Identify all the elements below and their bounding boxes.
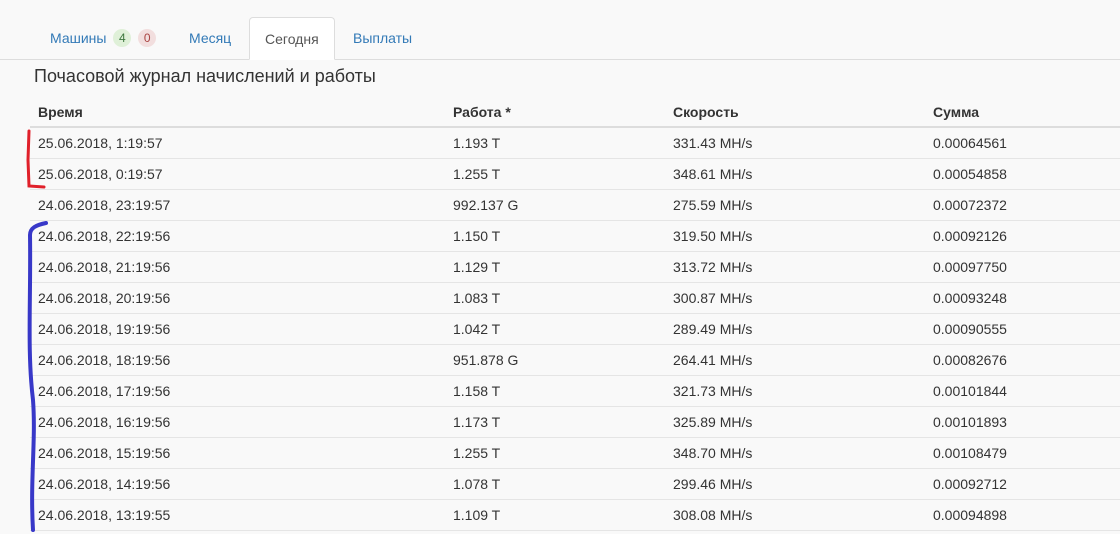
- cell-amount: 0.00082676: [933, 352, 1007, 368]
- cell-speed: 313.72 MH/s: [673, 259, 753, 275]
- cell-work: 1.129 T: [453, 259, 501, 275]
- tab-payouts[interactable]: Выплаты: [338, 17, 427, 59]
- column-header-time: Время: [38, 104, 83, 120]
- cell-time: 24.06.2018, 13:19:55: [38, 507, 171, 523]
- cell-work: 1.158 T: [453, 383, 501, 399]
- cell-time: 24.06.2018, 23:19:57: [38, 197, 171, 213]
- cell-work: 1.078 T: [453, 476, 501, 492]
- table-row: 24.06.2018, 18:19:56 951.878 G 264.41 MH/s…: [30, 345, 1120, 376]
- cell-speed: 321.73 MH/s: [673, 383, 753, 399]
- cell-speed: 275.59 MH/s: [673, 197, 753, 213]
- tab-month[interactable]: Месяц: [174, 17, 246, 59]
- cell-work: 951.878 G: [453, 352, 519, 368]
- table-row: 24.06.2018, 17:19:56 1.158 T 321.73 MH/s 0.…: [30, 376, 1120, 407]
- column-header-work: Работа *: [453, 104, 511, 120]
- cell-speed: 325.89 MH/s: [673, 414, 753, 430]
- cell-speed: 348.70 MH/s: [673, 445, 753, 461]
- cell-amount: 0.00101893: [933, 414, 1007, 430]
- cell-work: 1.173 T: [453, 414, 501, 430]
- cell-work: 1.255 T: [453, 166, 501, 182]
- cell-work: 1.109 T: [453, 507, 501, 523]
- cell-work: 1.255 T: [453, 445, 501, 461]
- cell-speed: 264.41 MH/s: [673, 352, 753, 368]
- table-row: 24.06.2018, 22:19:56 1.150 T 319.50 MH/s 0.…: [30, 221, 1120, 252]
- cell-work: 992.137 G: [453, 197, 519, 213]
- cell-speed: 308.08 MH/s: [673, 507, 753, 523]
- table-row: 24.06.2018, 13:19:55 1.109 T 308.08 MH/s 0.…: [30, 500, 1120, 531]
- cell-amount: 0.00092712: [933, 476, 1007, 492]
- table-row: 24.06.2018, 15:19:56 1.255 T 348.70 MH/s 0.…: [30, 438, 1120, 469]
- tab-payouts-label: Выплаты: [353, 30, 413, 46]
- cell-time: 24.06.2018, 20:19:56: [38, 290, 171, 306]
- tab-machines[interactable]: Машины 4 0: [35, 17, 171, 59]
- cell-amount: 0.00101844: [933, 383, 1007, 399]
- cell-amount: 0.00090555: [933, 321, 1007, 337]
- table-row: 24.06.2018, 14:19:56 1.078 T 299.46 MH/s 0.…: [30, 469, 1120, 500]
- cell-time: 24.06.2018, 21:19:56: [38, 259, 171, 275]
- cell-amount: 0.00108479: [933, 445, 1007, 461]
- cell-speed: 331.43 MH/s: [673, 135, 753, 151]
- tab-today-label: Сегодня: [265, 31, 319, 47]
- column-header-amount: Сумма: [933, 104, 980, 120]
- cell-amount: 0.00093248: [933, 290, 1007, 306]
- online-count-badge: 4: [113, 29, 132, 47]
- column-header-speed: Скорость: [673, 104, 739, 120]
- cell-time: 25.06.2018, 1:19:57: [38, 135, 163, 151]
- cell-time: 24.06.2018, 18:19:56: [38, 352, 171, 368]
- cell-amount: 0.00054858: [933, 166, 1007, 182]
- cell-speed: 348.61 MH/s: [673, 166, 753, 182]
- table-row: 24.06.2018, 16:19:56 1.173 T 325.89 MH/s 0.…: [30, 407, 1120, 438]
- cell-time: 24.06.2018, 17:19:56: [38, 383, 171, 399]
- cell-speed: 319.50 MH/s: [673, 228, 753, 244]
- hourly-log-table: Время Работа * Скорость Сумма 25.06.2018…: [30, 98, 1120, 531]
- cell-speed: 299.46 MH/s: [673, 476, 753, 492]
- cell-time: 24.06.2018, 15:19:56: [38, 445, 171, 461]
- tab-bar: Машины 4 0 Месяц Сегодня Выплаты: [0, 0, 1120, 60]
- cell-amount: 0.00072372: [933, 197, 1007, 213]
- cell-speed: 289.49 MH/s: [673, 321, 753, 337]
- cell-time: 24.06.2018, 14:19:56: [38, 476, 171, 492]
- table-row: 25.06.2018, 0:19:57 1.255 T 348.61 MH/s 0.0…: [30, 159, 1120, 190]
- cell-amount: 0.00094898: [933, 507, 1007, 523]
- tab-today[interactable]: Сегодня: [249, 17, 335, 60]
- cell-amount: 0.00092126: [933, 228, 1007, 244]
- cell-amount: 0.00064561: [933, 135, 1007, 151]
- table-row: 24.06.2018, 20:19:56 1.083 T 300.87 MH/s 0.…: [30, 283, 1120, 314]
- table-row: 24.06.2018, 21:19:56 1.129 T 313.72 MH/s 0.…: [30, 252, 1120, 283]
- cell-time: 24.06.2018, 16:19:56: [38, 414, 171, 430]
- cell-time: 25.06.2018, 0:19:57: [38, 166, 163, 182]
- cell-work: 1.193 T: [453, 135, 501, 151]
- cell-time: 24.06.2018, 19:19:56: [38, 321, 171, 337]
- cell-work: 1.042 T: [453, 321, 501, 337]
- table-row: 24.06.2018, 23:19:57 992.137 G 275.59 MH/s…: [30, 190, 1120, 221]
- page-title: Почасовой журнал начислений и работы: [34, 66, 376, 86]
- tab-machines-label: Машины: [50, 30, 107, 46]
- cell-amount: 0.00097750: [933, 259, 1007, 275]
- table-row: 25.06.2018, 1:19:57 1.193 T 331.43 MH/s 0.0…: [30, 128, 1120, 159]
- cell-time: 24.06.2018, 22:19:56: [38, 228, 171, 244]
- cell-speed: 300.87 MH/s: [673, 290, 753, 306]
- offline-count-badge: 0: [138, 29, 157, 47]
- table-header: Время Работа * Скорость Сумма: [30, 98, 1120, 128]
- table-body: 25.06.2018, 1:19:57 1.193 T 331.43 MH/s 0.0…: [30, 128, 1120, 531]
- tab-month-label: Месяц: [189, 30, 232, 46]
- table-row: 24.06.2018, 19:19:56 1.042 T 289.49 MH/s 0.…: [30, 314, 1120, 345]
- cell-work: 1.083 T: [453, 290, 501, 306]
- cell-work: 1.150 T: [453, 228, 501, 244]
